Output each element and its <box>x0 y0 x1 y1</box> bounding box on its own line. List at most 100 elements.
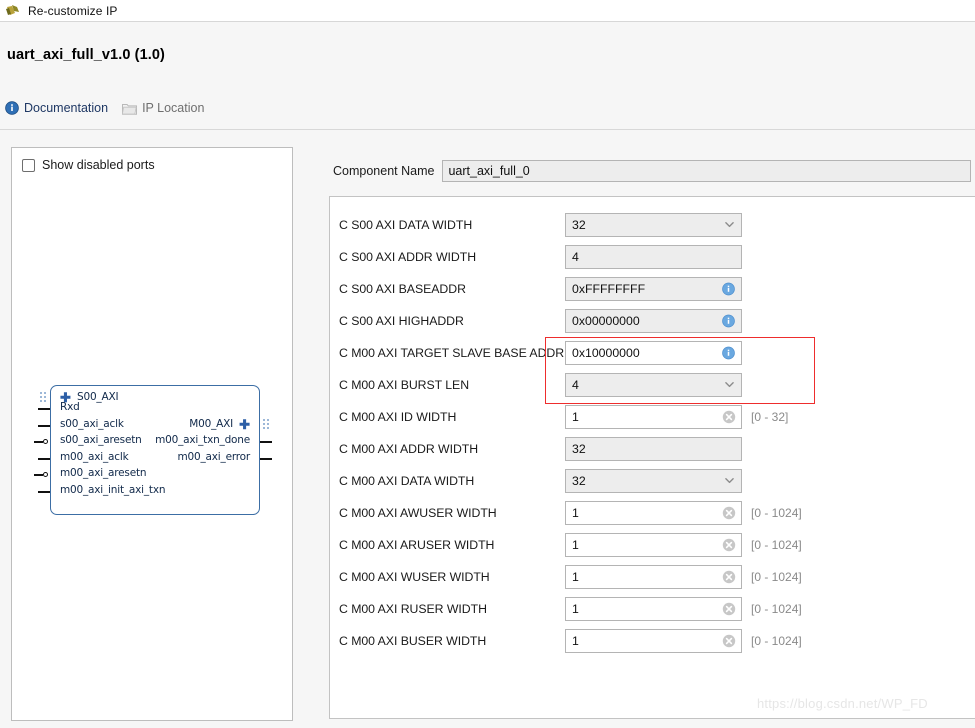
component-name-label: Component Name <box>333 164 435 178</box>
parameter-input[interactable]: 0xFFFFFFFF <box>565 277 742 301</box>
parameter-row: C M00 AXI DATA WIDTH 32 <box>339 465 802 497</box>
parameter-combobox[interactable]: 32 <box>565 469 742 493</box>
component-name-row: Component Name uart_axi_full_0 <box>333 160 972 182</box>
parameter-value: 1 <box>572 410 579 424</box>
parameter-range-hint: [0 - 1024] <box>751 538 802 552</box>
parameter-control[interactable]: 32 <box>565 469 742 493</box>
parameter-value: 32 <box>572 442 586 456</box>
parameter-row: C M00 AXI BUSER WIDTH 1 [0 - 1024] <box>339 625 802 657</box>
parameter-input[interactable]: 1 <box>565 405 742 429</box>
parameter-input[interactable]: 1 <box>565 565 742 589</box>
parameter-range-hint: [0 - 1024] <box>751 634 802 648</box>
port-label-m00-axi-error: m00_axi_error <box>177 451 251 463</box>
parameter-range-hint: [0 - 1024] <box>751 602 802 616</box>
parameter-control[interactable]: 4 <box>565 245 742 269</box>
parameter-control[interactable]: 0xFFFFFFFF <box>565 277 742 301</box>
show-disabled-ports-row[interactable]: Show disabled ports <box>22 158 155 172</box>
parameter-control[interactable]: 0x10000000 <box>565 341 742 365</box>
parameter-label: C M00 AXI TARGET SLAVE BASE ADDR <box>339 346 565 360</box>
ip-block-symbol[interactable]: ✚ S00_AXI Rxd s00_axi_aclk s00_axi_arese… <box>34 385 272 515</box>
parameter-input[interactable]: 1 <box>565 629 742 653</box>
port-label-m00-axi-aclk: m00_axi_aclk <box>60 451 129 463</box>
port-label-m00-axi-aresetn: m00_axi_aresetn <box>60 467 147 479</box>
parameter-label: C M00 AXI ID WIDTH <box>339 410 457 424</box>
parameter-input[interactable]: 32 <box>565 437 742 461</box>
port-pin-m00-axi-aclk <box>38 458 50 460</box>
parameter-value: 0x00000000 <box>572 314 640 328</box>
bus-connector-s00-axi <box>40 392 47 405</box>
port-label-m00-axi-init-axi-txn: m00_axi_init_axi_txn <box>60 484 166 496</box>
port-label-s00-axi-aclk: s00_axi_aclk <box>60 418 124 430</box>
parameter-field-list: C S00 AXI DATA WIDTH 32 C S00 AXI ADDR WID… <box>339 209 802 657</box>
parameter-control[interactable]: 1 <box>565 533 742 557</box>
parameter-row: C S00 AXI ADDR WIDTH 4 <box>339 241 802 273</box>
port-label-s00-axi: S00_AXI <box>77 391 119 403</box>
parameter-control[interactable]: 1 <box>565 501 742 525</box>
info-icon[interactable] <box>722 282 735 296</box>
parameter-label: C M00 AXI BUSER WIDTH <box>339 634 487 648</box>
parameter-label: C M00 AXI DATA WIDTH <box>339 474 475 488</box>
port-label-m00-axi-txn-done: m00_axi_txn_done <box>155 434 250 446</box>
clear-icon[interactable] <box>722 570 736 584</box>
port-label-s00-axi-aresetn: s00_axi_aresetn <box>60 434 142 446</box>
clear-icon[interactable] <box>722 634 736 648</box>
clear-icon[interactable] <box>722 410 736 424</box>
ip-location-link-label: IP Location <box>142 101 205 115</box>
clear-icon[interactable] <box>722 506 736 520</box>
show-disabled-ports-checkbox[interactable] <box>22 158 35 172</box>
show-disabled-ports-label: Show disabled ports <box>42 158 155 172</box>
parameter-combobox[interactable]: 4 <box>565 373 742 397</box>
page-title: uart_axi_full_v1.0 (1.0) <box>7 47 165 63</box>
parameter-value: 1 <box>572 506 579 520</box>
xilinx-logo-icon <box>6 4 22 18</box>
parameter-value: 1 <box>572 570 579 584</box>
parameter-input[interactable]: 4 <box>565 245 742 269</box>
parameter-value: 0x10000000 <box>572 346 640 360</box>
folder-icon <box>122 102 138 115</box>
clear-icon[interactable] <box>722 602 736 616</box>
parameter-value: 0xFFFFFFFF <box>572 282 646 296</box>
component-name-input[interactable]: uart_axi_full_0 <box>442 160 972 182</box>
parameter-range-hint: [0 - 1024] <box>751 570 802 584</box>
parameter-control[interactable]: 4 <box>565 373 742 397</box>
parameter-label: C S00 AXI HIGHADDR <box>339 314 464 328</box>
parameter-row: C M00 AXI ARUSER WIDTH 1 [0 - 1024] <box>339 529 802 561</box>
parameter-value: 32 <box>572 474 586 488</box>
parameter-value: 1 <box>572 602 579 616</box>
info-icon[interactable] <box>722 314 735 328</box>
parameter-input[interactable]: 1 <box>565 597 742 621</box>
parameter-control[interactable]: 0x00000000 <box>565 309 742 333</box>
ip-location-link[interactable]: IP Location <box>122 101 204 115</box>
port-pin-m00-axi-error <box>260 458 272 460</box>
port-pin-s00-axi-aclk <box>38 425 50 427</box>
parameter-input[interactable]: 1 <box>565 533 742 557</box>
re-customize-ip-window: Re-customize IP uart_axi_full_v1.0 (1.0)… <box>0 0 975 728</box>
parameter-value: 1 <box>572 538 579 552</box>
parameter-input[interactable]: 0x10000000 <box>565 341 742 365</box>
parameter-control[interactable]: 1 <box>565 405 742 429</box>
parameter-control[interactable]: 32 <box>565 437 742 461</box>
info-icon[interactable] <box>722 346 735 360</box>
parameter-input[interactable]: 0x00000000 <box>565 309 742 333</box>
header-divider <box>0 129 975 130</box>
documentation-link[interactable]: Documentation <box>5 101 108 115</box>
expand-plus-icon-m00-axi[interactable]: ✚ <box>239 418 250 431</box>
parameter-input[interactable]: 1 <box>565 501 742 525</box>
parameter-control[interactable]: 1 <box>565 629 742 653</box>
parameter-label: C M00 AXI ARUSER WIDTH <box>339 538 495 552</box>
chevron-down-icon[interactable] <box>725 220 734 229</box>
parameter-label: C M00 AXI RUSER WIDTH <box>339 602 487 616</box>
parameter-row: C M00 AXI ADDR WIDTH 32 <box>339 433 802 465</box>
parameter-value: 4 <box>572 250 579 264</box>
parameter-control[interactable]: 1 <box>565 565 742 589</box>
parameter-label: C S00 AXI ADDR WIDTH <box>339 250 477 264</box>
parameter-row: C M00 AXI RUSER WIDTH 1 [0 - 1024] <box>339 593 802 625</box>
parameter-control[interactable]: 1 <box>565 597 742 621</box>
parameter-control[interactable]: 32 <box>565 213 742 237</box>
chevron-down-icon[interactable] <box>725 380 734 389</box>
port-pin-m00-axi-aresetn <box>34 474 43 476</box>
parameter-combobox[interactable]: 32 <box>565 213 742 237</box>
clear-icon[interactable] <box>722 538 736 552</box>
parameter-label: C M00 AXI ADDR WIDTH <box>339 442 479 456</box>
chevron-down-icon[interactable] <box>725 476 734 485</box>
